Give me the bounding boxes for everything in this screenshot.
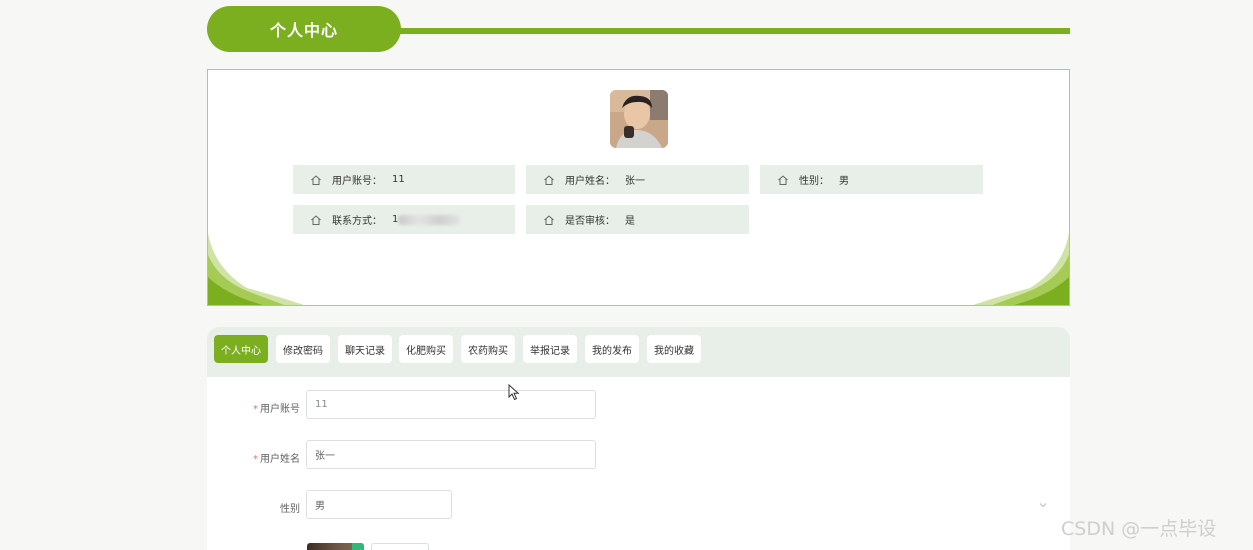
chevron-down-icon[interactable] bbox=[1038, 500, 1048, 510]
info-label: 性别： bbox=[799, 176, 829, 187]
avatar bbox=[610, 90, 668, 148]
leaf-decoration-right bbox=[973, 232, 1069, 305]
info-gender: 性别： 男 bbox=[760, 165, 983, 194]
tab-change-password[interactable]: 修改密码 bbox=[276, 335, 330, 363]
tab-personal-center[interactable]: 个人中心 bbox=[214, 335, 268, 363]
page-title: 个人中心 bbox=[207, 6, 401, 52]
account-label-text: 用户账号 bbox=[260, 404, 300, 415]
tab-pesticide-purchase[interactable]: 农药购买 bbox=[461, 335, 515, 363]
info-value: 11 bbox=[392, 174, 405, 185]
tab-fertilizer-purchase[interactable]: 化肥购买 bbox=[399, 335, 453, 363]
avatar-image bbox=[610, 90, 668, 148]
gender-select-value: 男 bbox=[315, 501, 325, 512]
info-name: 用户姓名： 张一 bbox=[526, 165, 749, 194]
info-account: 用户账号： 11 bbox=[293, 165, 515, 194]
info-label: 用户姓名： bbox=[565, 176, 615, 187]
info-audit: 是否审核： 是 bbox=[526, 205, 749, 234]
info-label: 联系方式： bbox=[332, 216, 382, 227]
page: 个人中心 用户账号： 11 用户姓名： 张一 性别： 男 联系方式： 1 是否审… bbox=[0, 0, 1253, 550]
blurred-phone bbox=[398, 214, 461, 225]
gender-select[interactable]: 男 bbox=[306, 490, 452, 519]
mouse-pointer-icon bbox=[508, 384, 520, 401]
tab-my-posts[interactable]: 我的发布 bbox=[585, 335, 639, 363]
check-icon bbox=[352, 543, 364, 550]
account-input-value: 11 bbox=[315, 399, 328, 410]
info-label: 是否审核： bbox=[565, 216, 615, 227]
tab-my-favorites[interactable]: 我的收藏 bbox=[647, 335, 701, 363]
info-label: 用户账号： bbox=[332, 176, 382, 187]
name-input-value: 张一 bbox=[315, 451, 335, 462]
home-icon bbox=[544, 214, 554, 225]
required-mark: * bbox=[253, 404, 258, 415]
upload-button[interactable] bbox=[371, 543, 429, 550]
leaf-decoration-left bbox=[208, 232, 304, 305]
name-input[interactable]: 张一 bbox=[306, 440, 596, 469]
watermark: CSDN @一点毕设 bbox=[1061, 518, 1217, 540]
gender-label: 性别 bbox=[280, 504, 300, 515]
home-icon bbox=[544, 174, 554, 185]
tab-chat-records[interactable]: 聊天记录 bbox=[338, 335, 392, 363]
home-icon bbox=[311, 214, 321, 225]
required-mark: * bbox=[253, 454, 258, 465]
info-contact: 联系方式： 1 bbox=[293, 205, 515, 234]
tab-report-records[interactable]: 举报记录 bbox=[523, 335, 577, 363]
name-label-text: 用户姓名 bbox=[260, 454, 300, 465]
account-input[interactable]: 11 bbox=[306, 390, 596, 419]
account-label: * 用户账号 bbox=[220, 400, 300, 415]
info-value: 是 bbox=[625, 216, 635, 227]
info-value: 男 bbox=[839, 176, 849, 187]
profile-card: 用户账号： 11 用户姓名： 张一 性别： 男 联系方式： 1 是否审核： 是 bbox=[207, 69, 1070, 306]
tab-bar: 个人中心 修改密码 聊天记录 化肥购买 农药购买 举报记录 我的发布 我的收藏 bbox=[207, 327, 1070, 377]
name-label: * 用户姓名 bbox=[220, 450, 300, 465]
home-icon bbox=[311, 174, 321, 185]
uploaded-image-thumb[interactable] bbox=[307, 543, 364, 550]
profile-form: * 用户账号 11 * 用户姓名 张一 性别 男 bbox=[207, 377, 1070, 550]
title-underline bbox=[397, 28, 1070, 34]
page-title-banner: 个人中心 bbox=[207, 6, 1070, 52]
info-value: 张一 bbox=[625, 176, 645, 187]
home-icon bbox=[778, 174, 788, 185]
